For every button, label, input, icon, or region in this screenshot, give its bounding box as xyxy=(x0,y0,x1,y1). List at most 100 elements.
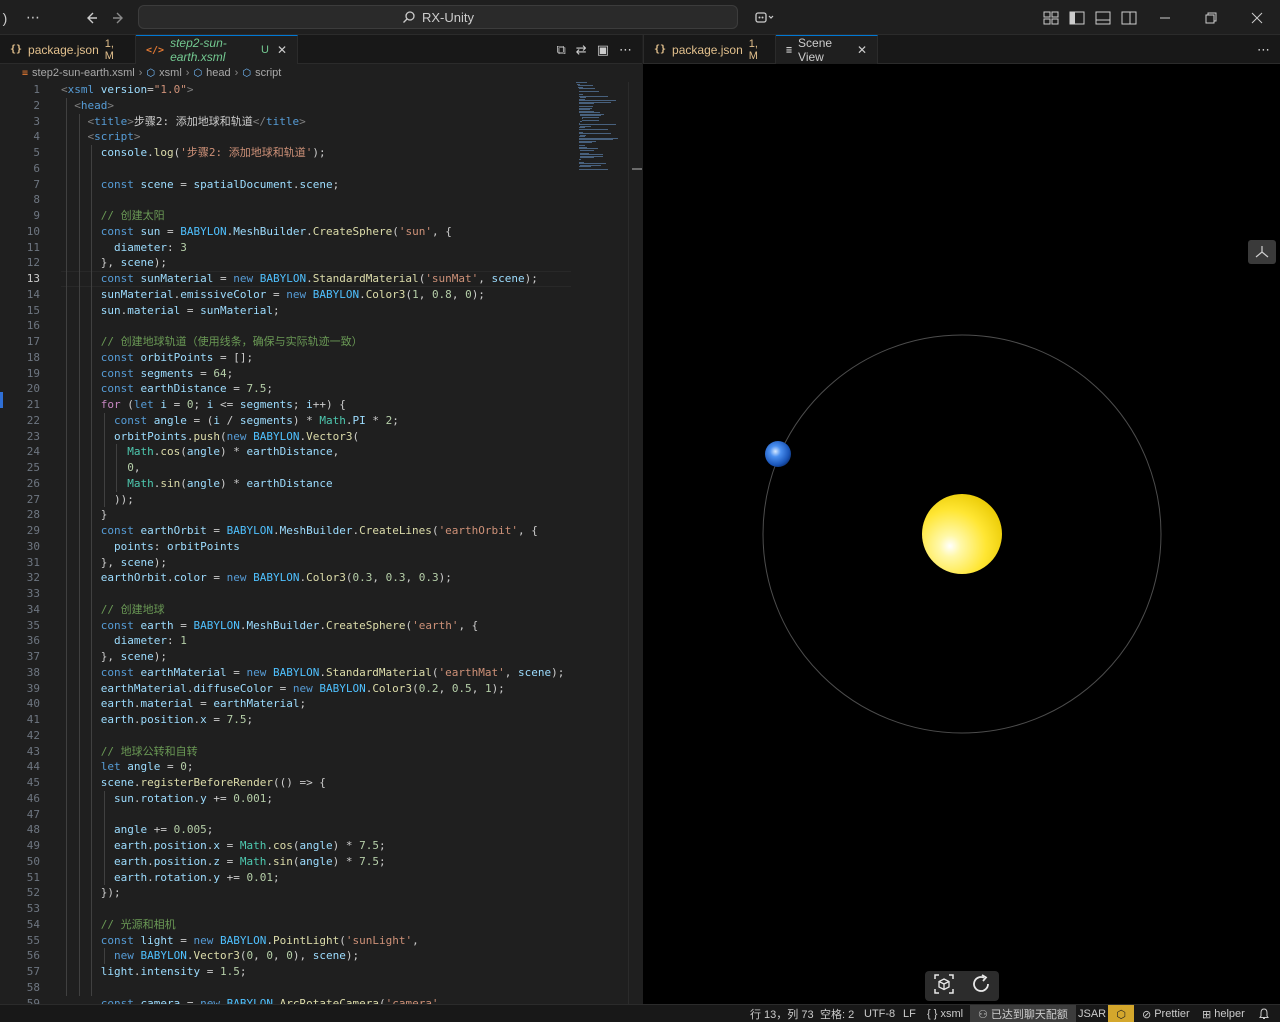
language-mode[interactable]: { } xsml xyxy=(927,1005,963,1022)
code-line[interactable]: }); xyxy=(61,885,121,901)
code-line[interactable]: earth.rotation.y += 0.01; xyxy=(61,870,280,886)
breadcrumb-item[interactable]: script xyxy=(255,67,281,79)
code-line[interactable]: // 光源和相机 xyxy=(61,917,176,933)
helper-status[interactable]: ⊞ helper xyxy=(1202,1005,1245,1022)
code-line[interactable]: diameter: 3 xyxy=(61,240,187,256)
end-of-line[interactable]: LF xyxy=(903,1005,916,1022)
code-line[interactable]: 0, xyxy=(61,460,140,476)
code-line[interactable]: // 创建太阳 xyxy=(61,208,165,224)
toggle-secondary-sidebar-icon[interactable] xyxy=(1118,0,1140,35)
code-line[interactable]: earthOrbit.color = new BABYLON.Color3(0.… xyxy=(61,570,452,586)
tab-scene-view[interactable]: ≡ Scene View ✕ xyxy=(776,35,878,64)
code-line[interactable]: // 创建地球 xyxy=(61,602,165,618)
code-line[interactable]: const earthOrbit = BABYLON.MeshBuilder.C… xyxy=(61,523,538,539)
toggle-panel-icon[interactable] xyxy=(1092,0,1114,35)
code-line[interactable]: <title>步骤2: 添加地球和轨道</title> xyxy=(61,114,306,130)
code-line[interactable]: const sun = BABYLON.MeshBuilder.CreateSp… xyxy=(61,224,452,240)
scrollbar-marker xyxy=(632,168,642,170)
arrow-right-icon[interactable] xyxy=(106,0,132,35)
code-line[interactable]: scene.registerBeforeRender(() => { xyxy=(61,775,326,791)
minimap-line xyxy=(581,116,600,118)
restore-button[interactable] xyxy=(1188,0,1234,35)
code-line[interactable]: for (let i = 0; i <= segments; i++) { xyxy=(61,397,346,413)
code-line[interactable]: sun.material = sunMaterial; xyxy=(61,303,280,319)
code-line[interactable]: }, scene); xyxy=(61,649,167,665)
code-line[interactable]: const earthDistance = 7.5; xyxy=(61,381,273,397)
focus-cube-icon[interactable] xyxy=(933,973,955,1000)
code-line[interactable]: // 地球公转和自转 xyxy=(61,744,198,760)
ellipsis-icon[interactable]: ⋯ xyxy=(18,0,48,35)
notifications-icon[interactable] xyxy=(1258,1005,1270,1022)
code-line[interactable]: } xyxy=(61,507,108,523)
code-line[interactable]: // 创建地球轨道（使用线条，确保与实际轨迹一致） xyxy=(61,334,363,350)
code-line[interactable]: earth.position.x = Math.cos(angle) * 7.5… xyxy=(61,838,386,854)
breadcrumb-item[interactable]: head xyxy=(206,67,230,79)
close-icon[interactable]: ✕ xyxy=(857,43,867,57)
more-actions-icon[interactable]: ⋯ xyxy=(619,42,632,58)
axes-icon[interactable] xyxy=(1248,240,1276,264)
code-line[interactable]: light.intensity = 1.5; xyxy=(61,964,247,980)
code-line[interactable]: sun.rotation.y += 0.001; xyxy=(61,791,273,807)
refresh-icon[interactable] xyxy=(970,973,992,1000)
copilot-icon[interactable] xyxy=(748,0,780,35)
arrow-left-icon[interactable] xyxy=(78,0,104,35)
code-line[interactable]: const earthMaterial = new BABYLON.Standa… xyxy=(61,665,565,681)
code-line[interactable]: }, scene); xyxy=(61,555,167,571)
code-line[interactable]: const angle = (i / segments) * Math.PI *… xyxy=(61,413,399,429)
customize-layout-icon[interactable] xyxy=(1040,0,1062,35)
scene-view-canvas[interactable] xyxy=(643,64,1280,1004)
code-line[interactable]: diameter: 1 xyxy=(61,633,187,649)
command-center-search[interactable]: RX-Unity xyxy=(138,5,738,29)
code-line[interactable]: Math.cos(angle) * earthDistance, xyxy=(61,444,339,460)
minimize-button[interactable] xyxy=(1142,0,1188,35)
code-line[interactable]: earthMaterial.diffuseColor = new BABYLON… xyxy=(61,681,505,697)
cursor-position[interactable]: 行 13，列 73 xyxy=(750,1005,814,1022)
tab-step2-sun-earth[interactable]: </> step2-sun-earth.xsml U ✕ xyxy=(136,35,298,64)
jsar-status[interactable]: JSAR xyxy=(1078,1005,1106,1022)
encoding[interactable]: UTF-8 xyxy=(864,1005,895,1022)
code-line[interactable]: new BABYLON.Vector3(0, 0, 0), scene); xyxy=(61,948,359,964)
editor-scrollbar[interactable] xyxy=(628,82,642,1004)
chat-quota-status[interactable]: ⚇ 已达到聊天配额 xyxy=(970,1005,1076,1022)
code-editor[interactable]: 1 <xsml version="1.0"> 2 <head> 3 <title>步骤… xyxy=(0,82,642,1004)
code-line[interactable]: angle += 0.005; xyxy=(61,822,213,838)
split-editor-icon[interactable]: ▣ xyxy=(597,42,609,58)
tab-package-json[interactable]: {} package.json 1, M xyxy=(0,35,136,64)
code-line[interactable]: const sunMaterial = new BABYLON.Standard… xyxy=(61,271,538,287)
line-number: 25 xyxy=(26,461,40,474)
code-line[interactable]: }, scene); xyxy=(61,255,167,271)
code-line[interactable]: let angle = 0; xyxy=(61,759,194,775)
code-line[interactable]: points: orbitPoints xyxy=(61,539,240,555)
code-line[interactable]: const scene = spatialDocument.scene; xyxy=(61,177,339,193)
minimap[interactable] xyxy=(576,82,628,182)
code-line[interactable]: console.log('步骤2: 添加地球和轨道'); xyxy=(61,145,326,161)
code-line[interactable]: orbitPoints.push(new BABYLON.Vector3( xyxy=(61,429,359,445)
code-line[interactable]: const orbitPoints = []; xyxy=(61,350,253,366)
more-actions-icon[interactable]: ⋯ xyxy=(1257,42,1270,58)
code-line[interactable]: sunMaterial.emissiveColor = new BABYLON.… xyxy=(61,287,485,303)
right-editor-tabs: {} package.json 1, M ≡ Scene View ✕ ⋯ xyxy=(643,35,1280,64)
breadcrumb-item[interactable]: xsml xyxy=(159,67,182,79)
toggle-sidebar-icon[interactable] xyxy=(1066,0,1088,35)
code-line[interactable]: <xsml version="1.0"> xyxy=(61,82,193,98)
code-line[interactable]: )); xyxy=(61,492,134,508)
tab-package-json-right[interactable]: {} package.json 1, M xyxy=(644,35,776,64)
code-line[interactable]: <head> xyxy=(61,98,114,114)
compare-icon[interactable]: ⇄ xyxy=(576,42,587,58)
indentation[interactable]: 空格: 2 xyxy=(820,1005,854,1022)
code-line[interactable]: const segments = 64; xyxy=(61,366,233,382)
code-line[interactable]: <script> xyxy=(61,129,141,145)
open-changes-icon[interactable]: ⧉ xyxy=(557,42,566,58)
code-line[interactable]: const light = new BABYLON.PointLight('su… xyxy=(61,933,419,949)
code-line[interactable]: earth.position.z = Math.sin(angle) * 7.5… xyxy=(61,854,386,870)
unity-icon[interactable]: ⬡ xyxy=(1108,1005,1134,1022)
code-line[interactable]: Math.sin(angle) * earthDistance xyxy=(61,476,332,492)
breadcrumb-item[interactable]: step2-sun-earth.xsml xyxy=(32,67,135,79)
code-line[interactable]: const earth = BABYLON.MeshBuilder.Create… xyxy=(61,618,479,634)
code-line[interactable]: const camera = new BABYLON.ArcRotateCame… xyxy=(61,996,445,1005)
code-line[interactable]: earth.position.x = 7.5; xyxy=(61,712,253,728)
prettier-status[interactable]: ⊘ Prettier xyxy=(1142,1005,1190,1022)
close-icon[interactable]: ✕ xyxy=(277,43,287,57)
code-line[interactable]: earth.material = earthMaterial; xyxy=(61,696,306,712)
close-window-button[interactable] xyxy=(1234,0,1280,35)
